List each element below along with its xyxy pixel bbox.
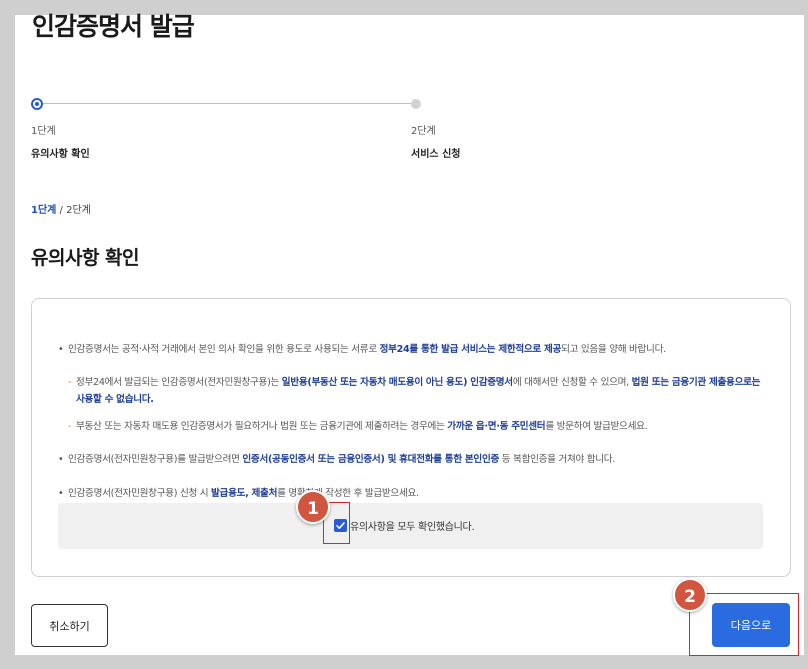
bullet-icon: • (58, 344, 64, 355)
breadcrumb-current: 1단계 (31, 205, 57, 216)
dash-icon: - (68, 377, 72, 388)
callout-badge-2: 2 (673, 578, 707, 612)
step-2-dot (411, 99, 421, 109)
section-title: 유의사항 확인 (31, 247, 140, 269)
step-2-number: 2단계 (411, 126, 436, 137)
breadcrumb-separator: / (56, 205, 67, 216)
dash-icon: - (68, 421, 72, 432)
notice-item-2: • 인감증명서(전자민원창구용)를 발급받으려면 인증서(공동인증서 또는 금융인… (58, 451, 768, 468)
cancel-button[interactable]: 취소하기 (31, 604, 108, 647)
notice-subitem-2: - 부동산 또는 자동차 매도용 인감증명서가 필요하거나 법원 또는 금융기관에… (68, 418, 766, 435)
page-title: 인감증명서 발급 (32, 12, 195, 41)
notice-box: • 인감증명서는 공적·사적 거래에서 본인 의사 확인을 위한 용도로 사용되는… (31, 298, 791, 577)
notice-item-3: • 인감증명서(전자민원창구용) 신청 시 발급용도, 제출처를 명확하게 작성한… (58, 485, 768, 502)
step-1-dot (31, 98, 43, 110)
step-1-name: 유의사항 확인 (31, 149, 90, 160)
breadcrumb: 1단계 / 2단계 (31, 201, 91, 216)
stepper-line (37, 103, 416, 104)
bullet-icon: • (58, 454, 64, 465)
highlight-box-next (689, 593, 799, 656)
confirm-label[interactable]: 유의사항을 모두 확인했습니다. (350, 518, 475, 533)
callout-badge-1: 1 (296, 490, 330, 524)
confirm-bar: 유의사항을 모두 확인했습니다. (58, 503, 763, 549)
step-2-name: 서비스 신청 (411, 149, 461, 160)
breadcrumb-next: 2단계 (66, 205, 91, 216)
notice-item-1: • 인감증명서는 공적·사적 거래에서 본인 의사 확인을 위한 용도로 사용되는… (58, 341, 768, 358)
notice-subitem-1: - 정부24에서 발급되는 인감증명서(전자민원창구용)는 일반용(부동산 또는 … (68, 374, 766, 408)
step-1-number: 1단계 (31, 126, 56, 137)
page-container: 인감증명서 발급 1단계 유의사항 확인 2단계 서비스 신청 1단계 / 2단… (15, 12, 804, 656)
bullet-icon: • (58, 488, 64, 499)
